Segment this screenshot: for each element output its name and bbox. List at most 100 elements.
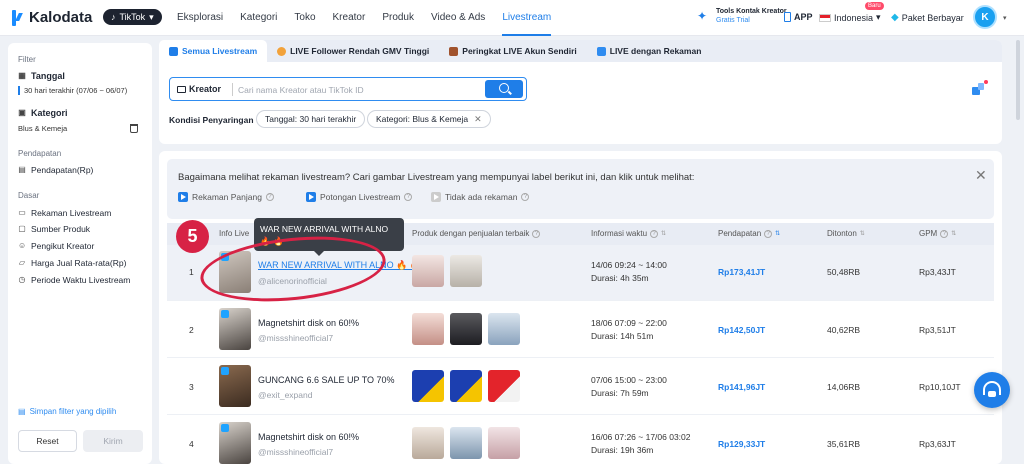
nav-eksplorasi[interactable]: Eksplorasi [177,0,223,36]
play-icon [221,424,229,432]
table-row[interactable]: 4 Magnetshirt disk on 60!% @missshineoff… [167,415,994,464]
kreator-search: Kreator [169,77,527,101]
user-avatar[interactable]: K [973,5,997,29]
search-button[interactable] [485,80,523,98]
filter-periode-waktu[interactable]: ◷ Periode Waktu Livestream [18,275,131,285]
kalodata-logo[interactable]: Kalodata [12,9,92,26]
live-title[interactable]: Magnetshirt disk on 60!% [258,318,359,328]
nav-kategori[interactable]: Kategori [240,0,277,36]
legend-potongan: Potongan Livestream ? [306,192,413,202]
product-thumbnail[interactable] [412,427,444,459]
help-icon[interactable]: ? [650,229,659,238]
product-thumbnail[interactable] [412,370,444,402]
tab-live-follower-rendah[interactable]: LIVE Follower Rendah GMV Tinggi [267,40,439,62]
close-icon[interactable]: ✕ [975,167,987,184]
pendapatan-label: Pendapatan(Rp) [31,165,94,175]
filter-pendapatan[interactable]: ▤ Pendapatan(Rp) [18,165,93,175]
search-input[interactable] [238,82,483,97]
col-waktu[interactable]: Informasi waktu? ⇅ [591,229,666,238]
chip-kategori[interactable]: Kategori: Blus & Kemeja ✕ [367,110,491,128]
tab-live-rekaman[interactable]: LIVE dengan Rekaman [587,40,712,62]
help-icon[interactable]: ? [521,193,530,201]
close-icon[interactable]: ✕ [474,114,482,125]
time-range: 07/06 15:00 ~ 23:00 [591,375,667,385]
live-title[interactable]: Magnetshirt disk on 60!% [258,432,359,442]
new-badge: Baru [865,2,884,10]
filter-rekaman-livestream[interactable]: ▭ Rekaman Livestream [18,208,111,218]
help-icon[interactable]: ? [404,193,413,201]
col-label: Informasi waktu [591,229,648,238]
col-label: Produk dengan penjualan terbaik [412,229,530,238]
product-thumbnail[interactable] [488,313,520,345]
product-thumbnail[interactable] [488,370,520,402]
main-nav: Eksplorasi Kategori Toko Kreator Produk … [177,0,551,36]
legend-label: Tidak ada rekaman [445,192,518,202]
views: 14,06RB [827,382,861,392]
filter-kategori[interactable]: ▣ Kategori [18,108,67,118]
filter-tanggal[interactable]: ▦ Tanggal [18,71,65,81]
help-icon[interactable]: ? [265,193,274,201]
revenue: Rp141,96JT [718,382,766,392]
filter-harga-jual[interactable]: ▱ Harga Jual Rata-rata(Rp) [18,258,127,268]
submit-button[interactable]: Kirim [83,430,143,452]
gpm: Rp3,51JT [919,325,956,335]
table-row[interactable]: 2 Magnetshirt disk on 60!% @missshineoff… [167,301,994,358]
nav-toko[interactable]: Toko [294,0,315,36]
reset-button[interactable]: Reset [18,430,77,452]
customer-support-icon[interactable] [974,372,1010,408]
language-selector[interactable]: Indonesia ▾ [819,12,881,23]
nav-livestream[interactable]: Livestream [502,0,551,36]
tools-subtitle: Gratis Trial [716,17,750,24]
product-thumbnail[interactable] [450,255,482,287]
live-thumbnail[interactable] [219,308,251,350]
live-account[interactable]: @missshineofficial7 [258,333,333,343]
live-thumbnail[interactable] [219,365,251,407]
kategori-value[interactable]: Blus & Kemeja [18,124,67,133]
live-account[interactable]: @exit_expand [258,390,312,400]
product-thumbnail[interactable] [488,427,520,459]
product-thumbnail[interactable] [412,313,444,345]
nav-produk[interactable]: Produk [382,0,414,36]
compare-icon[interactable] [971,80,988,96]
col-pendapatan[interactable]: Pendapatan? ⇅ [718,229,780,238]
chip-tanggal[interactable]: Tanggal: 30 hari terakhir [256,110,366,128]
tanggal-value[interactable]: 30 hari terakhir (07/06 ~ 06/07) [18,86,127,95]
help-icon[interactable]: ? [764,229,773,238]
product-thumbnail[interactable] [450,370,482,402]
nav-kreator[interactable]: Kreator [333,0,366,36]
filter-pengikut-kreator[interactable]: ☺ Pengikut Kreator [18,241,94,251]
col-produk: Produk dengan penjualan terbaik? [412,229,541,238]
dasar-heading: Dasar [18,191,40,200]
app-download[interactable]: APP [784,12,813,22]
col-gpm[interactable]: GPM? ⇅ [919,229,956,238]
gpm: Rp3,43JT [919,267,956,277]
live-title[interactable]: GUNCANG 6.6 SALE UP TO 70% [258,375,395,385]
scrollbar[interactable] [1016,40,1020,120]
live-account[interactable]: @missshineofficial7 [258,447,333,457]
table-row[interactable]: 3 GUNCANG 6.6 SALE UP TO 70% @exit_expan… [167,358,994,415]
live-time: 14/06 09:24 ~ 14:00 Durasi: 4h 35m [591,259,667,285]
platform-selector[interactable]: ♪ TikTok ▾ [103,9,162,25]
time-range: 14/06 09:24 ~ 14:00 [591,260,667,270]
trash-icon[interactable] [130,124,138,133]
product-thumbnail[interactable] [450,427,482,459]
help-icon[interactable]: ? [940,229,949,238]
save-filter-link[interactable]: ▤ Simpan filter yang dipilih [18,407,116,416]
tools-kontak-kreator[interactable]: ✦ Tools Kontak Kreator Gratis Trial [697,7,787,25]
paid-plan[interactable]: ◆ Paket Berbayar [891,12,964,23]
chevron-down-icon[interactable]: ▾ [1003,14,1007,22]
filter-sumber-produk[interactable]: ▢ Sumber Produk [18,224,90,234]
product-thumbnail[interactable] [450,313,482,345]
tools-title: Tools Kontak Kreator [716,8,787,15]
live-thumbnail[interactable] [219,422,251,464]
help-icon[interactable]: ? [532,229,541,238]
filter-label: Rekaman Livestream [31,208,112,218]
col-ditonton[interactable]: Ditonton ⇅ [827,229,865,238]
duration: Durasi: 19h 36m [591,445,654,455]
nav-video-ads[interactable]: Video & Ads [431,0,485,36]
product-thumbnail[interactable] [412,255,444,287]
tab-semua-livestream[interactable]: Semua Livestream [159,40,268,62]
grid-icon: ▣ [18,108,26,117]
search-type-selector[interactable]: Kreator [177,84,221,94]
tab-peringkat-live[interactable]: Peringkat LIVE Akun Sendiri [439,40,586,62]
